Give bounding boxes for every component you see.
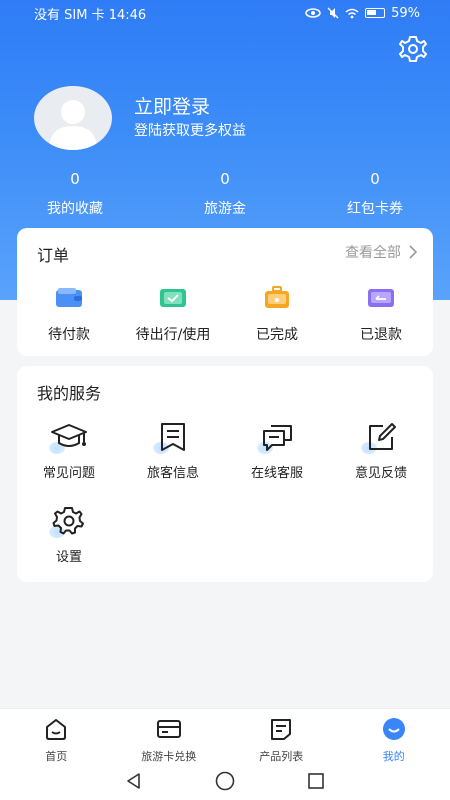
wifi-icon [345, 8, 359, 18]
order-status-label: 已退款 [360, 327, 402, 343]
gear-icon [52, 507, 84, 535]
services-grid: 常见问题 旅客信息 在线客服 意见反馈 设置 [17, 420, 433, 588]
battery-level: 59% [391, 5, 420, 21]
stats-row: 0 我的收藏 0 旅游金 0 红包卡券 [0, 170, 450, 218]
stat-favorites[interactable]: 0 我的收藏 [0, 170, 150, 218]
service-label: 在线客服 [250, 466, 303, 481]
services-title: 我的服务 [37, 384, 102, 403]
order-refunded[interactable]: 已退款 [329, 286, 433, 344]
status-left: 没有 SIM 卡 14:46 [34, 7, 147, 23]
service-faq[interactable]: 常见问题 [17, 420, 121, 504]
service-label: 常见问题 [42, 466, 95, 481]
view-all-orders-link[interactable]: 查看全部 [345, 242, 417, 262]
order-status-label: 已完成 [256, 327, 298, 343]
stat-coupons[interactable]: 0 红包卡券 [300, 170, 450, 218]
user-avatar-icon [49, 100, 97, 150]
profile-icon [382, 718, 405, 740]
orders-title: 订单 [37, 246, 70, 265]
order-status-label: 待付款 [48, 327, 90, 343]
service-label: 意见反馈 [354, 466, 407, 481]
battery-icon [365, 8, 386, 18]
service-label: 旅客信息 [146, 466, 199, 481]
card-icon [156, 720, 181, 738]
back-icon[interactable] [125, 772, 143, 790]
tab-home[interactable]: 首页 [0, 709, 113, 763]
order-completed[interactable]: 已完成 [225, 286, 329, 344]
stat-travel-gold[interactable]: 0 旅游金 [150, 170, 300, 218]
graduation-cap-icon [51, 424, 87, 447]
service-label: 设置 [55, 550, 82, 565]
status-right: 59% [305, 6, 420, 21]
tab-card-exchange[interactable]: 旅游卡兑换 [113, 709, 226, 763]
refund-icon [368, 289, 394, 307]
chevron-right-icon [409, 245, 417, 259]
service-feedback[interactable]: 意见反馈 [329, 420, 433, 504]
system-nav-bar [0, 762, 450, 800]
service-settings[interactable]: 设置 [17, 504, 121, 588]
bookmark-icon [161, 423, 185, 451]
login-title[interactable]: 立即登录 [134, 92, 210, 119]
eye-icon [305, 8, 321, 18]
stat-label: 旅游金 [204, 201, 246, 217]
view-all-label: 查看全部 [345, 245, 401, 261]
mute-icon [327, 7, 339, 19]
recents-icon[interactable] [307, 772, 325, 790]
stat-value: 0 [70, 170, 80, 188]
order-pending-payment[interactable]: 待付款 [17, 286, 121, 344]
stat-label: 红包卡券 [347, 201, 403, 217]
order-status-label: 待出行/使用 [135, 327, 211, 343]
wallet-icon [56, 288, 82, 307]
luggage-icon [265, 286, 289, 308]
orders-card: 订单 查看全部 待付款 待出行/使用 已完成 已退款 [17, 228, 433, 356]
service-online-support[interactable]: 在线客服 [225, 420, 329, 504]
stat-value: 0 [220, 170, 230, 188]
bottom-tab-bar: 首页 旅游卡兑换 产品列表 我的 [0, 708, 450, 763]
chat-icon [263, 425, 292, 451]
order-pending-use[interactable]: 待出行/使用 [121, 286, 225, 344]
stat-label: 我的收藏 [47, 201, 103, 217]
tab-mine[interactable]: 我的 [338, 709, 450, 763]
order-status-row: 待付款 待出行/使用 已完成 已退款 [17, 286, 433, 344]
tab-product-list[interactable]: 产品列表 [225, 709, 338, 763]
services-card: 我的服务 常见问题 旅客信息 在线客服 意见反馈 设置 [17, 366, 433, 582]
settings-gear-icon[interactable] [398, 34, 428, 64]
check-card-icon [160, 289, 186, 307]
service-traveler-info[interactable]: 旅客信息 [121, 420, 225, 504]
home-nav-icon[interactable] [215, 771, 235, 791]
login-subtitle: 登陆获取更多权益 [134, 123, 246, 139]
status-bar: 没有 SIM 卡 14:46 59% [0, 0, 450, 26]
list-icon [271, 719, 292, 740]
home-icon [46, 719, 67, 740]
stat-value: 0 [370, 170, 380, 188]
avatar[interactable] [34, 86, 112, 150]
edit-icon [369, 423, 396, 450]
